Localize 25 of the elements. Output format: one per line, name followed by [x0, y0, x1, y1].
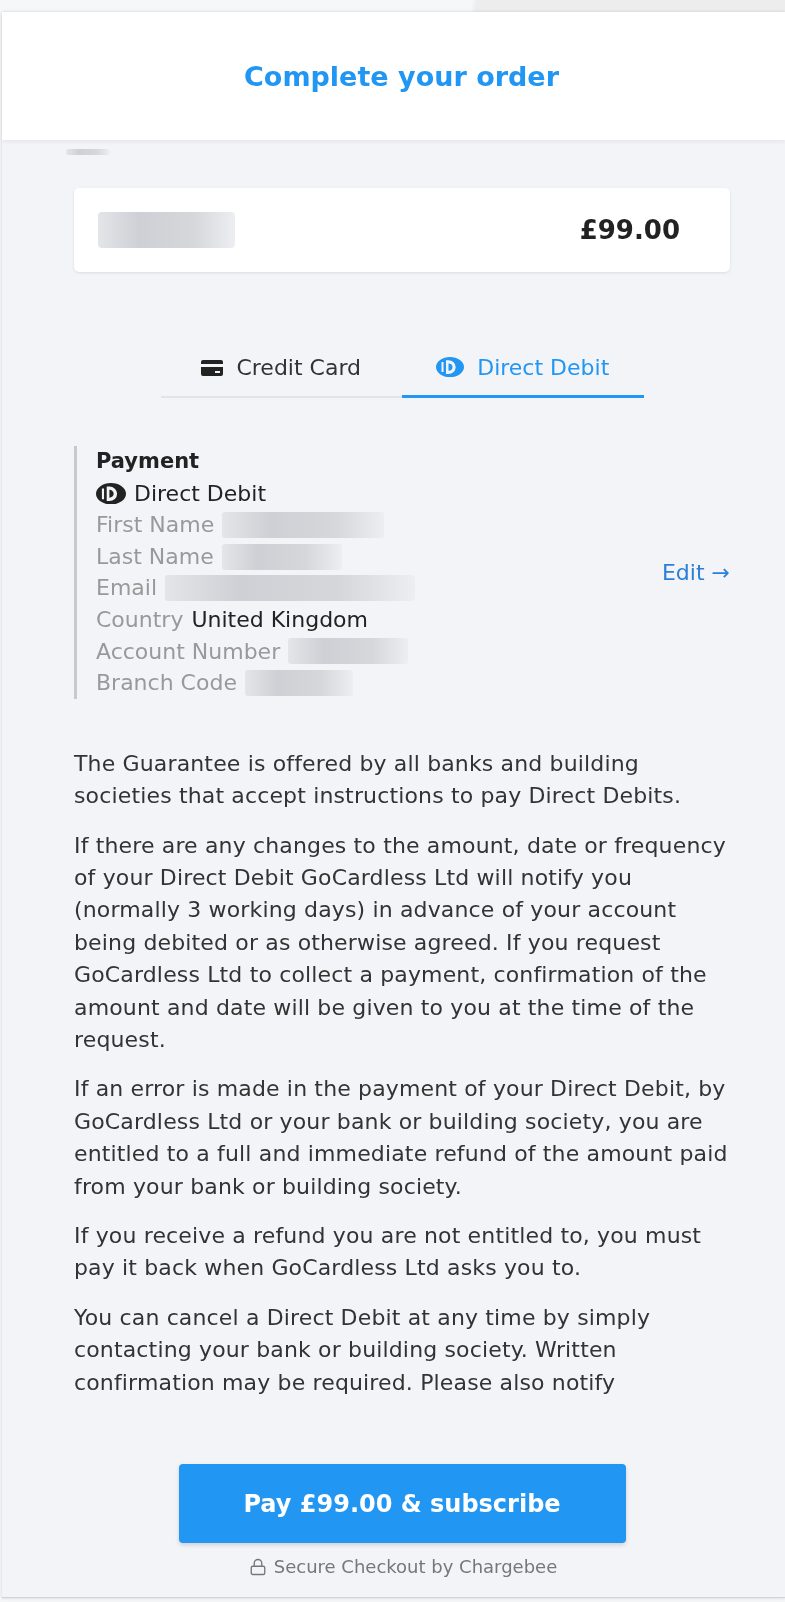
field-value: United Kingdom — [191, 605, 368, 634]
guarantee-paragraph: If an error is made in the payment of your Direct Debit, by GoCardless Ltd or your bank or building society, you are entitled to a full and immediate refund of the amount paid from your bank or building society. — [74, 1075, 729, 1201]
modal-title: Complete your order — [244, 60, 559, 92]
payment-method-tab[interactable]: Credit Card — [160, 340, 402, 398]
field-label: Email — [96, 574, 158, 603]
field-label: Account Number — [96, 637, 281, 666]
field-label: Country — [96, 605, 184, 634]
guarantee-paragraph: You can cancel a Direct Debit at any time by simply contacting your bank or building society. Written confirmation may be required. Please also notify — [74, 1303, 652, 1397]
field-label: Branch Code — [96, 669, 237, 698]
guarantee-paragraph: The Guarantee is offered by all banks and building societies that accept instructions to pay Direct Debits. — [74, 749, 683, 811]
payment-method-tab[interactable]: Direct Debit — [402, 340, 644, 398]
field-label: First Name — [96, 511, 215, 540]
payment-heading: Payment — [96, 448, 201, 475]
secure-checkout-note: Secure Checkout by Chargebee — [273, 1556, 558, 1577]
guarantee-paragraph: If there are any changes to the amount, date or frequency of your Direct Debit GoCardless Ltd will notify you (normally 3 working days) in advance of your account being debited or as otherwise agreed. If you request GoCardless Ltd to collect a payment, confirmation of the amount and date will be given to you at the time of the request. — [74, 831, 727, 1054]
direct-debit-logo-icon — [436, 357, 465, 378]
field-label: Last Name — [96, 542, 214, 571]
payment-method-name: Direct Debit — [134, 479, 267, 508]
direct-debit-logo-icon — [96, 482, 126, 505]
item-price: £99.00 — [579, 215, 680, 245]
credit-card-icon — [201, 359, 224, 376]
guarantee-paragraph: If you receive a refund you are not entitled to, you must pay it back when GoCardless Ltd asks you to. — [74, 1222, 703, 1283]
pay-subscribe-button[interactable]: Pay £99.00 & subscribe — [178, 1464, 626, 1543]
lock-icon — [248, 1557, 267, 1576]
edit-link[interactable]: Edit → — [661, 559, 730, 585]
